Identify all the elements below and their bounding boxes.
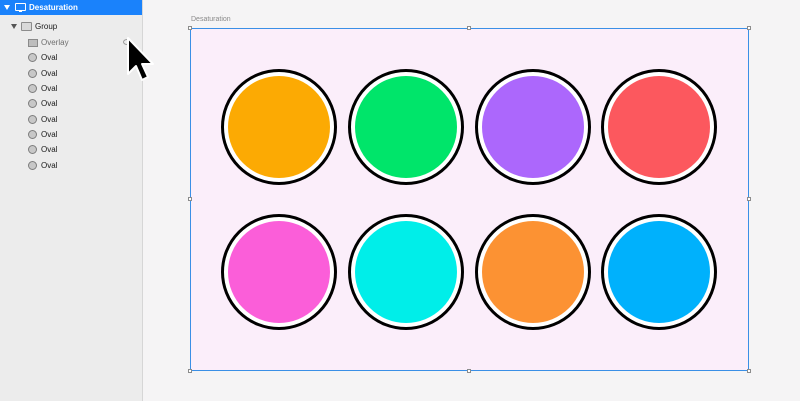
rectangle-icon <box>28 39 38 47</box>
layer-oval[interactable]: Oval <box>0 112 142 127</box>
oval[interactable] <box>601 214 717 330</box>
disclosure-triangle-icon[interactable] <box>11 24 17 29</box>
oval[interactable] <box>221 214 337 330</box>
resize-handle-bottom[interactable] <box>467 369 471 373</box>
layer-label: Overlay <box>41 38 69 47</box>
layer-label: Desaturation <box>29 3 78 12</box>
oval-icon <box>28 161 37 170</box>
oval-icon <box>28 145 37 154</box>
oval-icon <box>28 115 37 124</box>
oval[interactable] <box>475 69 591 185</box>
layer-label: Oval <box>41 84 58 93</box>
layer-label: Oval <box>41 130 58 139</box>
oval[interactable] <box>601 69 717 185</box>
layer-oval[interactable]: Oval <box>0 127 142 142</box>
layer-label: Oval <box>41 99 58 108</box>
layer-oval[interactable]: Oval <box>0 81 142 96</box>
layer-oval[interactable]: Oval <box>0 158 142 173</box>
layer-label: Group <box>35 22 58 31</box>
oval-fill <box>482 221 584 323</box>
mouse-pointer-icon <box>127 37 154 81</box>
oval-fill <box>355 221 457 323</box>
layer-panel: Desaturation Group Overlay Oval Oval Ova… <box>0 0 143 401</box>
layer-label: Oval <box>41 53 58 62</box>
layer-group[interactable]: Group <box>0 19 142 34</box>
artboard[interactable] <box>190 28 749 371</box>
oval[interactable] <box>221 69 337 185</box>
oval-fill <box>608 76 710 178</box>
layer-label: Oval <box>41 145 58 154</box>
oval-icon <box>28 99 37 108</box>
oval[interactable] <box>475 214 591 330</box>
layer-artboard-desaturation[interactable]: Desaturation <box>0 0 142 15</box>
resize-handle-bottom-right[interactable] <box>747 369 751 373</box>
resize-handle-left[interactable] <box>188 197 192 201</box>
folder-icon <box>21 22 32 31</box>
oval[interactable] <box>348 69 464 185</box>
oval-icon <box>28 53 37 62</box>
oval-fill <box>355 76 457 178</box>
oval-fill <box>228 76 330 178</box>
resize-handle-right[interactable] <box>747 197 751 201</box>
artboard-icon <box>15 3 26 12</box>
oval-fill <box>228 221 330 323</box>
resize-handle-bottom-left[interactable] <box>188 369 192 373</box>
layer-oval[interactable]: Oval <box>0 66 142 81</box>
artboard-title[interactable]: Desaturation <box>191 16 231 23</box>
disclosure-triangle-icon[interactable] <box>4 5 10 10</box>
resize-handle-top[interactable] <box>467 26 471 30</box>
resize-handle-top-left[interactable] <box>188 26 192 30</box>
oval-icon <box>28 130 37 139</box>
resize-handle-top-right[interactable] <box>747 26 751 30</box>
layer-oval[interactable]: Oval <box>0 96 142 111</box>
layer-oval[interactable]: Oval <box>0 50 142 65</box>
oval[interactable] <box>348 214 464 330</box>
layer-label: Oval <box>41 115 58 124</box>
oval-icon <box>28 84 37 93</box>
layer-oval[interactable]: Oval <box>0 142 142 157</box>
oval-icon <box>28 69 37 78</box>
layer-label: Oval <box>41 69 58 78</box>
oval-fill <box>608 221 710 323</box>
layer-label: Oval <box>41 161 58 170</box>
oval-fill <box>482 76 584 178</box>
layer-overlay[interactable]: Overlay <box>0 35 142 50</box>
